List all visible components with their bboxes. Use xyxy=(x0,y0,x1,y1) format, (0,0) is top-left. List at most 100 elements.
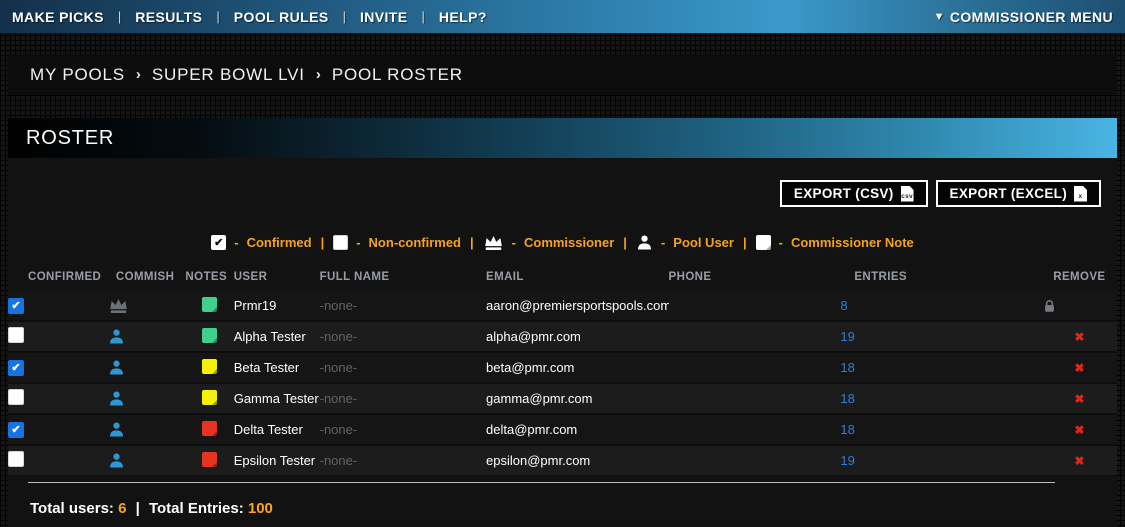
note-icon[interactable] xyxy=(202,327,218,343)
entries-link[interactable]: 18 xyxy=(840,360,854,375)
phone xyxy=(669,352,841,383)
email: delta@pmr.com xyxy=(486,422,578,437)
entries-link[interactable]: 18 xyxy=(840,422,854,437)
confirmed-checkbox[interactable] xyxy=(8,297,24,314)
entries-cell: 18 xyxy=(840,414,1041,445)
nav-item-results[interactable]: RESULTS xyxy=(135,9,202,25)
button-label: EXPORT (CSV) xyxy=(793,186,894,201)
remove-cell: ✖ xyxy=(1042,445,1117,476)
totals-separator: | xyxy=(135,500,140,517)
note-icon[interactable] xyxy=(202,296,218,312)
remove-x-icon[interactable]: ✖ xyxy=(1074,423,1084,437)
entries-link[interactable]: 19 xyxy=(840,329,854,344)
confirmed-cell xyxy=(8,383,108,414)
breadcrumb-item-my-pools[interactable]: MY POOLS xyxy=(30,65,125,85)
role-cell xyxy=(108,352,186,383)
confirmed-checkbox[interactable] xyxy=(8,389,24,405)
notes-cell xyxy=(185,445,233,476)
notes-cell xyxy=(185,414,233,445)
lock-icon xyxy=(1042,298,1117,314)
confirmed-cell xyxy=(8,291,108,321)
phone xyxy=(669,414,841,445)
column-header-entries: ENTRIES xyxy=(854,271,907,283)
table-body: Prmr19 -none-aaron@premiersportspools.com… xyxy=(8,291,1117,476)
note-icon[interactable] xyxy=(202,389,218,405)
total-users-label: Total users: xyxy=(30,500,114,517)
person-icon xyxy=(108,390,186,407)
user-name: Beta Tester xyxy=(233,360,300,375)
entries-cell: 18 xyxy=(840,352,1041,383)
export-toolbar: EXPORT (CSV) csv EXPORT (EXCEL) x xyxy=(8,158,1117,207)
notes-cell xyxy=(185,321,233,352)
total-entries-label: Total Entries: xyxy=(148,500,244,517)
breadcrumb-separator-icon: › xyxy=(135,66,141,83)
total-entries-value: 100 xyxy=(247,500,273,517)
commissioner-menu-button[interactable]: ▼ COMMISSIONER MENU xyxy=(934,9,1113,25)
confirmed-checkbox[interactable] xyxy=(8,451,24,467)
nav-separator: | xyxy=(216,9,220,24)
entries-link[interactable]: 8 xyxy=(840,298,847,313)
confirmed-checkbox[interactable] xyxy=(8,421,24,438)
legend-label-commissioner: Commissioner xyxy=(523,235,615,250)
nav-item-invite[interactable]: INVITE xyxy=(360,9,408,25)
legend-dash: - xyxy=(778,235,783,250)
dropdown-arrow-icon: ▼ xyxy=(933,10,945,23)
table-row: Beta Tester -none-beta@pmr.com 18 ✖ xyxy=(8,352,1117,383)
button-label: EXPORT (EXCEL) xyxy=(949,186,1067,201)
table-row: Alpha Tester -none-alpha@pmr.com 19 ✖ xyxy=(8,321,1117,352)
legend-dash: - xyxy=(234,235,239,250)
remove-x-icon[interactable]: ✖ xyxy=(1074,361,1084,375)
full-name: -none- xyxy=(319,391,358,406)
nav-item-help[interactable]: HELP? xyxy=(439,9,487,25)
person-icon xyxy=(636,234,653,251)
excel-file-icon: x xyxy=(1074,185,1087,202)
phone xyxy=(669,321,841,352)
entries-link[interactable]: 18 xyxy=(840,391,854,406)
breadcrumb-separator-icon: › xyxy=(315,66,321,83)
table-row: Delta Tester -none-delta@pmr.com 18 ✖ xyxy=(8,414,1117,445)
remove-x-icon[interactable]: ✖ xyxy=(1074,392,1084,406)
top-nav: MAKE PICKS | RESULTS | POOL RULES | INVITE | HEL… xyxy=(0,0,1125,33)
remove-cell: ✖ xyxy=(1042,352,1117,383)
phone xyxy=(669,291,841,321)
remove-x-icon[interactable]: ✖ xyxy=(1074,454,1084,468)
nav-item-pool-rules[interactable]: POOL RULES xyxy=(234,9,329,25)
remove-x-icon[interactable]: ✖ xyxy=(1074,330,1084,344)
nav-item-make-picks[interactable]: MAKE PICKS xyxy=(12,9,104,25)
note-icon[interactable] xyxy=(202,358,218,374)
full-name: -none- xyxy=(319,329,358,344)
person-icon xyxy=(108,421,186,438)
confirmed-cell xyxy=(8,352,108,383)
user-name: Delta Tester xyxy=(233,422,303,437)
user-name: Prmr19 xyxy=(233,298,277,313)
column-header-notes: NOTES xyxy=(185,271,228,283)
confirmed-checkbox[interactable] xyxy=(8,359,24,376)
totals-summary: Total users: 6 | Total Entries: 100 xyxy=(8,483,1117,517)
remove-cell xyxy=(1042,291,1117,321)
table-row: Gamma Tester -none-gamma@pmr.com 18 ✖ xyxy=(8,383,1117,414)
checked-checkbox-icon xyxy=(211,235,227,250)
column-header-email: EMAIL xyxy=(486,271,524,283)
email: beta@pmr.com xyxy=(486,360,575,375)
roster-panel: EXPORT (CSV)csvEXPORT (EXCEL)x -Confirme… xyxy=(8,158,1117,527)
person-icon xyxy=(108,328,186,345)
user-name: Alpha Tester xyxy=(233,329,306,344)
confirmed-cell xyxy=(8,414,108,445)
confirmed-checkbox[interactable] xyxy=(8,327,24,343)
notes-cell xyxy=(185,291,233,321)
nav-separator: | xyxy=(342,9,346,24)
note-icon[interactable] xyxy=(202,451,218,467)
entries-cell: 18 xyxy=(840,383,1041,414)
column-header-phone: PHONE xyxy=(668,271,712,283)
breadcrumb-item-super-bowl-lvi[interactable]: SUPER BOWL LVI xyxy=(152,65,305,85)
remove-cell: ✖ xyxy=(1042,383,1117,414)
entries-link[interactable]: 19 xyxy=(840,453,854,468)
legend-dash: - xyxy=(511,235,516,250)
button-export-excel[interactable]: EXPORT (EXCEL) x xyxy=(935,180,1101,207)
crown-icon xyxy=(483,234,504,251)
legend-label-confirmed: Confirmed xyxy=(246,235,312,250)
confirmed-cell xyxy=(8,445,108,476)
note-icon[interactable] xyxy=(202,420,218,436)
crown-icon xyxy=(108,297,186,314)
button-export-csv[interactable]: EXPORT (CSV) csv xyxy=(779,180,928,207)
